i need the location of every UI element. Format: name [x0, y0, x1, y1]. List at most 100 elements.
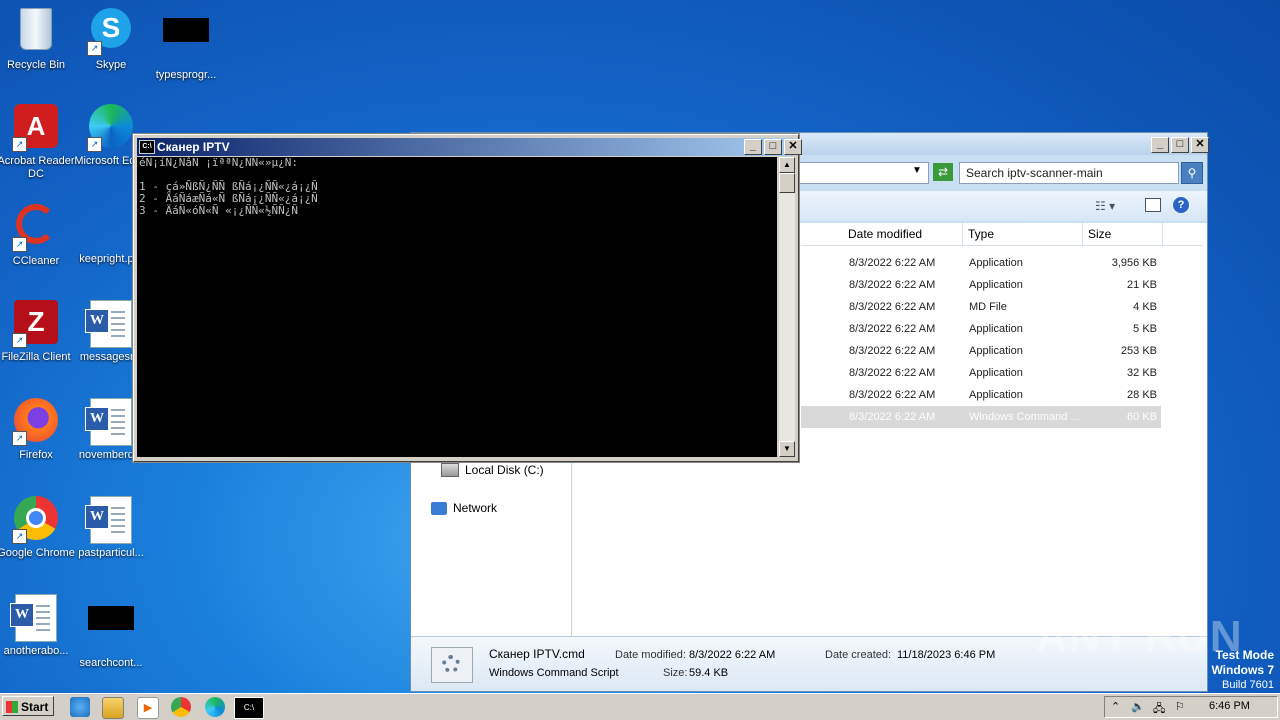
shortcut-arrow-icon: ↗ [12, 137, 27, 152]
media-player-icon[interactable]: ▶ [137, 697, 159, 719]
help-icon[interactable]: ? [1173, 197, 1189, 213]
chrome-icon: ↗ [12, 496, 60, 544]
details-modified-label: Date modified: [615, 649, 686, 661]
desktop-icon-filezilla[interactable]: Z ↗ FileZilla Client [0, 300, 75, 364]
blank-file-icon [162, 18, 210, 66]
file-row[interactable]: 8/3/2022 6:22 AM MD File 4 KB [801, 296, 1161, 318]
edge-icon: ↗ [87, 104, 135, 152]
cmd-window[interactable]: C:\ Сканер IPTV _ □ ✕ éÑ¡íÑ¿ÑâÑ ¡ïªªÑ¿ÑÑ… [133, 134, 802, 462]
acrobat-icon: A ↗ [12, 104, 60, 152]
scroll-thumb[interactable] [779, 173, 795, 193]
search-input[interactable]: Search iptv-scanner-main [959, 162, 1179, 184]
blank-file-icon [87, 606, 135, 654]
column-type[interactable]: Type [963, 223, 1083, 245]
close-button[interactable]: ✕ [1191, 137, 1209, 153]
firefox-icon: ↗ [12, 398, 60, 446]
file-row-selected[interactable]: 8/3/2022 6:22 AM Windows Command ... 60 KB [801, 406, 1161, 428]
vertical-scrollbar[interactable]: ▲ ▼ [779, 157, 795, 457]
word-document-icon: W [85, 496, 135, 544]
details-modified-value: 8/3/2022 6:22 AM [689, 649, 776, 661]
desktop-icon-pastparticul[interactable]: W pastparticul... [72, 496, 150, 560]
network-tray-icon[interactable]: 🖧 [1153, 700, 1165, 719]
nav-item-network[interactable]: Network [431, 501, 497, 515]
disk-drive-icon [441, 463, 459, 477]
desktop-icon-firefox[interactable]: ↗ Firefox [0, 398, 75, 462]
details-file-name: Сканер IPTV.cmd [489, 647, 585, 661]
maximize-button[interactable]: □ [764, 139, 782, 155]
nav-item-local-disk[interactable]: Local Disk (C:) [441, 463, 544, 477]
cmd-titlebar[interactable]: C:\ Сканер IPTV [137, 138, 795, 156]
scroll-up-button[interactable]: ▲ [779, 157, 795, 173]
details-file-kind: Windows Command Script [489, 667, 619, 679]
filezilla-icon: Z ↗ [12, 300, 60, 348]
cmd-file-gear-icon [431, 647, 473, 683]
details-size-label: Size: [663, 667, 688, 679]
shortcut-arrow-icon: ↗ [87, 41, 102, 56]
shortcut-arrow-icon: ↗ [12, 529, 27, 544]
explorer-window-buttons: _ □ ✕ [1151, 137, 1209, 153]
console-line: éÑ¡íÑ¿ÑâÑ ¡ïªªÑ¿ÑÑ«»µ¿Ñ: [139, 157, 298, 169]
taskbar: Start ▶ C:\ ⌃ 🔈 🖧 ⚐ 6:46 PM [0, 693, 1280, 720]
console-output[interactable]: éÑ¡íÑ¿ÑâÑ ¡ïªªÑ¿ÑÑ«»µ¿Ñ: 1 - çá»ÑßÑ¿ÑÑ ßÑ… [137, 157, 777, 457]
file-row[interactable]: 8/3/2022 6:22 AM Application 253 KB [801, 340, 1161, 362]
console-icon: C:\ [139, 140, 155, 154]
shortcut-arrow-icon: ↗ [12, 237, 27, 252]
column-size[interactable]: Size [1083, 223, 1163, 245]
desktop-icon-typesprogr[interactable]: typesprogr... [147, 6, 225, 82]
tray-chevron-icon[interactable]: ⌃ [1111, 700, 1120, 713]
desktop-icon-acrobat[interactable]: A ↗ Acrobat Reader DC [0, 104, 75, 181]
windows-logo-icon [6, 701, 18, 713]
file-row[interactable]: 8/3/2022 6:22 AM Application 5 KB [801, 318, 1161, 340]
chevron-down-icon[interactable]: ▼ [912, 165, 922, 176]
word-document-icon: W [10, 594, 60, 642]
details-created-value: 11/18/2023 6:46 PM [897, 649, 996, 661]
blank-file-icon [87, 202, 135, 250]
search-icon[interactable]: ⚲ [1181, 162, 1203, 184]
chrome-taskbar-icon[interactable] [171, 697, 191, 717]
details-created-label: Date created: [825, 649, 892, 661]
console-line: 3 - ÄáÑ«óÑ«Ñ «¡¿ÑÑ«½ÑÑ¿Ñ [139, 204, 298, 217]
clock[interactable]: 6:46 PM [1209, 700, 1250, 712]
ie-icon[interactable] [70, 697, 90, 717]
file-row[interactable]: 8/3/2022 6:22 AM Application 32 KB [801, 362, 1161, 384]
file-row[interactable]: 8/3/2022 6:22 AM Application 21 KB [801, 274, 1161, 296]
cmd-window-buttons: _ □ ✕ [744, 139, 802, 155]
close-button[interactable]: ✕ [784, 139, 802, 155]
network-icon [431, 501, 447, 515]
action-center-flag-icon[interactable]: ⚐ [1175, 700, 1185, 713]
word-document-icon: W [85, 398, 135, 446]
refresh-icon[interactable]: ⇄ [933, 163, 953, 181]
ccleaner-icon: ↗ [12, 204, 60, 252]
word-document-icon: W [85, 300, 135, 348]
preview-pane-icon[interactable] [1145, 198, 1161, 212]
system-tray: ⌃ 🔈 🖧 ⚐ 6:46 PM [1104, 696, 1278, 718]
edge-taskbar-icon[interactable] [205, 697, 225, 717]
start-button[interactable]: Start [2, 696, 54, 716]
scroll-down-button[interactable]: ▼ [779, 441, 795, 457]
desktop-icon-skype[interactable]: S ↗ Skype [72, 6, 150, 72]
cmd-taskbar-button[interactable]: C:\ [234, 697, 264, 719]
file-row[interactable]: 8/3/2022 6:22 AM Application 3,956 KB [801, 252, 1161, 274]
desktop-icon-chrome[interactable]: ↗ Google Chrome [0, 496, 75, 560]
desktop-icon-ccleaner[interactable]: ↗ CCleaner [0, 202, 75, 268]
column-date-modified[interactable]: Date modified [843, 223, 963, 245]
details-size-value: 59.4 KB [689, 667, 729, 679]
view-options-icon[interactable]: ☷ ▾ [1095, 199, 1115, 213]
windows-version-info: Test Mode Windows 7 Build 7601 [1211, 648, 1274, 691]
volume-icon[interactable]: 🔈 [1131, 700, 1145, 713]
minimize-button[interactable]: _ [1151, 137, 1169, 153]
cmd-title-text: Сканер IPTV [157, 140, 230, 154]
file-row[interactable]: 8/3/2022 6:22 AM Application 28 KB [801, 384, 1161, 406]
desktop-icon-recycle-bin[interactable]: Recycle Bin [0, 6, 75, 72]
maximize-button[interactable]: □ [1171, 137, 1189, 153]
desktop-icon-searchcont[interactable]: searchcont... [72, 594, 150, 670]
shortcut-arrow-icon: ↗ [12, 431, 27, 446]
shortcut-arrow-icon: ↗ [12, 333, 27, 348]
minimize-button[interactable]: _ [744, 139, 762, 155]
explorer-folder-icon[interactable] [102, 697, 124, 719]
shortcut-arrow-icon: ↗ [87, 137, 102, 152]
skype-icon: S ↗ [87, 8, 135, 56]
recycle-bin-icon [12, 8, 60, 56]
desktop-icon-anotherabo[interactable]: W anotherabo... [0, 594, 75, 658]
column-headers: Date modified Type Size [801, 223, 1203, 246]
